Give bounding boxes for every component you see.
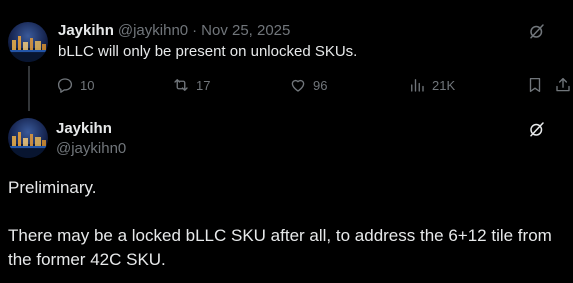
avatar[interactable] (8, 118, 48, 158)
grok-icon[interactable] (528, 22, 546, 40)
author-name[interactable]: Jaykihn (58, 22, 114, 39)
share-icon (556, 77, 570, 92)
views-count: 21K (432, 77, 456, 93)
tweet-text: bLLC will only be present on unlocked SK… (58, 43, 358, 60)
avatar-image (8, 132, 48, 158)
thread-view: Jaykihn @jaykihn0 · Nov 25, 2025 bLLC wi… (0, 0, 573, 283)
reply-button[interactable]: 10 (56, 76, 94, 94)
tweet-paragraph: Preliminary. (8, 178, 97, 197)
share-button[interactable] (554, 76, 572, 94)
repost-button[interactable]: 17 (172, 76, 210, 94)
tweet-actions: 10 17 96 21K (56, 76, 573, 96)
like-count: 96 (313, 77, 328, 93)
like-button[interactable]: 96 (289, 76, 327, 94)
heart-icon (291, 79, 305, 92)
reply-icon (57, 78, 73, 93)
author-name[interactable]: Jaykihn (56, 120, 112, 137)
thread-connector (28, 66, 30, 111)
author-handle[interactable]: @jaykihn0 (118, 22, 188, 39)
views-button[interactable]: 21K (408, 76, 455, 94)
repost-count: 17 (196, 77, 211, 93)
author-handle[interactable]: @jaykihn0 (56, 140, 126, 157)
tweet-body: Preliminary. There may be a locked bLLC … (8, 176, 568, 272)
tweet-date[interactable]: Nov 25, 2025 (201, 22, 290, 39)
bookmark-icon (529, 77, 541, 93)
grok-icon[interactable] (528, 120, 546, 138)
repost-icon (174, 79, 188, 91)
reply-count: 10 (80, 77, 95, 93)
bookmark-button[interactable] (526, 76, 544, 94)
tweet-header: Jaykihn @jaykihn0 · Nov 25, 2025 (58, 22, 290, 39)
avatar[interactable] (8, 22, 48, 62)
views-icon (411, 79, 424, 92)
separator-dot: · (192, 22, 198, 39)
tweet-paragraph: There may be a locked bLLC SKU after all… (8, 226, 552, 269)
avatar-image (8, 36, 48, 62)
